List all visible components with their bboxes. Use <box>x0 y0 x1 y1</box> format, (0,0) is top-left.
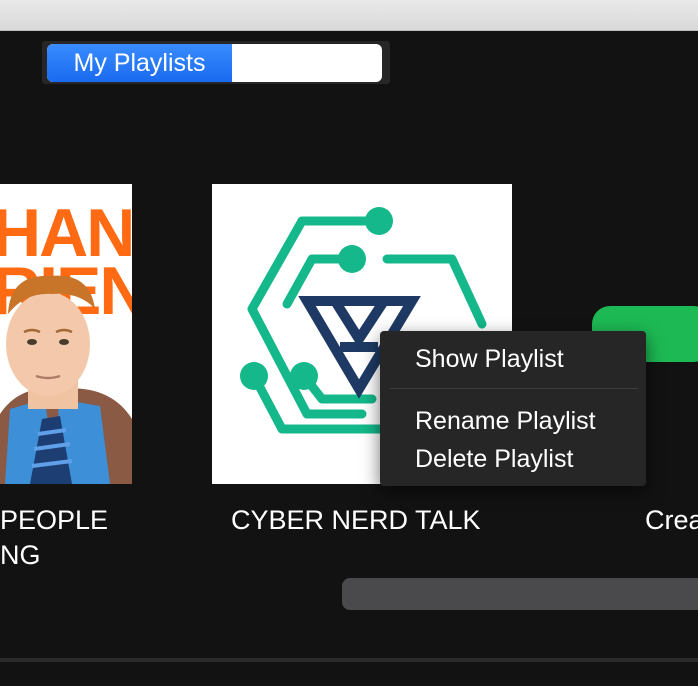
menu-separator <box>390 388 638 389</box>
card-title-create: Crea <box>645 505 698 535</box>
segmented-control-track: My Playlists <box>47 44 382 82</box>
window-titlebar <box>0 0 698 31</box>
bottom-divider <box>0 658 698 662</box>
card-title: CYBER NERD TALK <box>231 505 481 535</box>
conan-playlist-cover[interactable]: HAN RIEN <box>0 184 132 484</box>
my-playlists-tab[interactable]: My Playlists <box>47 44 232 82</box>
segmented-control-empty-segment[interactable] <box>232 44 382 82</box>
card-title-line1: PEOPLE <box>0 505 109 535</box>
playlist-context-menu: Show Playlist Rename Playlist Delete Pla… <box>380 331 646 486</box>
delete-playlist-menu-item[interactable]: Delete Playlist <box>415 445 573 474</box>
card-title-line2: NG <box>0 540 41 570</box>
show-playlist-menu-item[interactable]: Show Playlist <box>415 345 564 374</box>
conan-portrait-image <box>0 275 132 484</box>
horizontal-scrollbar-thumb[interactable] <box>342 578 698 610</box>
rename-playlist-menu-item[interactable]: Rename Playlist <box>415 407 596 436</box>
